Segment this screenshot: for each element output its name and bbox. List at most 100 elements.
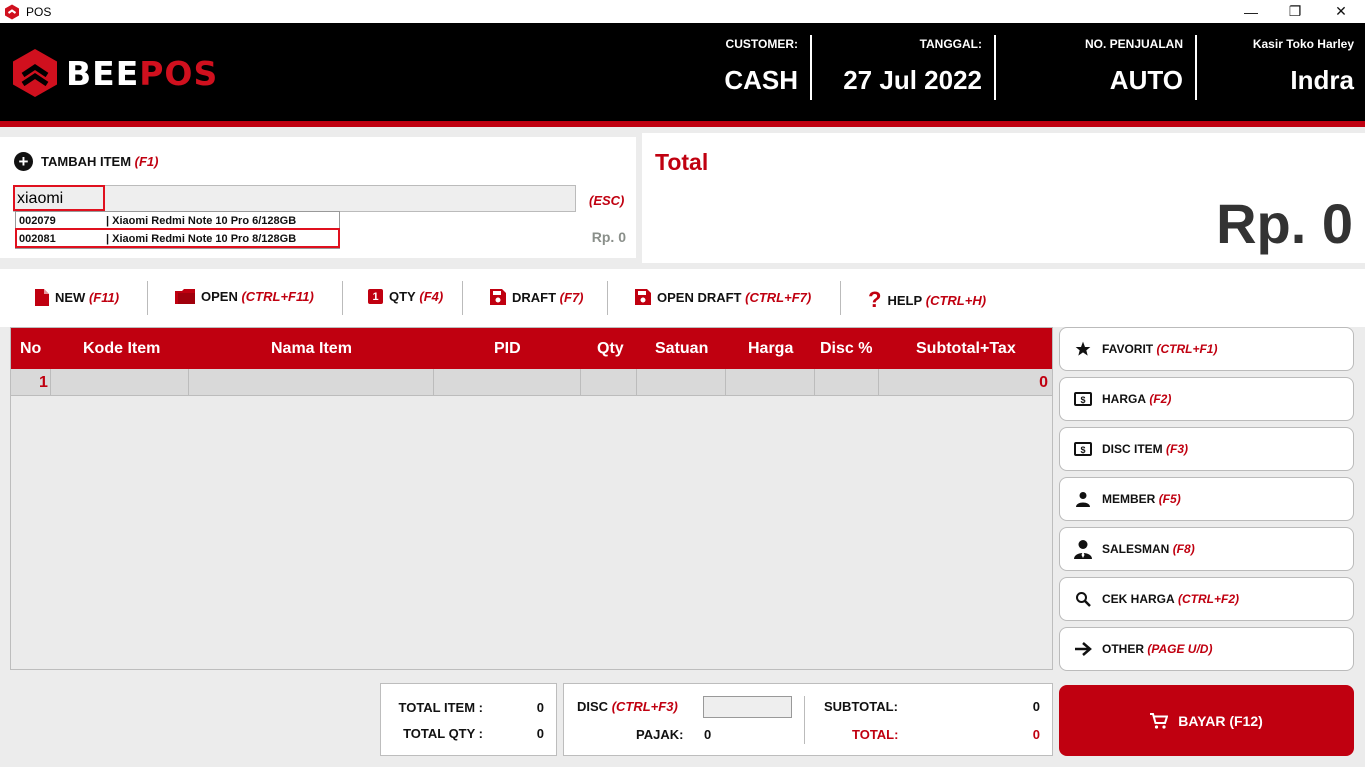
- total-panel: Total Rp. 0: [642, 133, 1365, 263]
- folder-icon: [175, 289, 195, 304]
- total-amount: Rp. 0: [1216, 192, 1353, 255]
- table-row[interactable]: 1 0: [11, 369, 1052, 396]
- other-button[interactable]: OTHER (PAGE U/D): [1059, 627, 1354, 671]
- table-header: No Kode Item Nama Item PID Qty Satuan Ha…: [11, 328, 1052, 369]
- save-icon: [490, 289, 506, 305]
- search-icon: [1073, 589, 1093, 609]
- header-divider: [994, 35, 996, 100]
- member-button[interactable]: MEMBER (F5): [1059, 477, 1354, 521]
- row-number: 1: [39, 374, 48, 391]
- customer-value: CASH: [724, 65, 798, 95]
- subtotal-value: 0: [1032, 699, 1040, 714]
- total-item-value: 0: [536, 700, 544, 715]
- column-header-satuan[interactable]: Satuan: [655, 340, 708, 358]
- person-icon: [1073, 489, 1093, 509]
- file-icon: [35, 289, 49, 306]
- money-icon: $: [1073, 389, 1093, 409]
- arrow-right-icon: [1073, 639, 1093, 659]
- harga-button[interactable]: $ HARGA (F2): [1059, 377, 1354, 421]
- app-header: BEEPOS CUSTOMER: CASH TANGGAL: 27 Jul 20…: [0, 23, 1365, 121]
- disc-input[interactable]: [703, 696, 792, 718]
- add-item-panel: + TAMBAH ITEM (F1) xiaomi (ESC) 002079 | …: [0, 137, 636, 258]
- date-block: TANGGAL: 27 Jul 2022: [843, 37, 982, 96]
- sales-number-value: AUTO: [1109, 65, 1183, 95]
- column-header-disc[interactable]: Disc %: [820, 340, 872, 358]
- logo-text: BEEPOS: [66, 53, 219, 93]
- logo: BEEPOS: [12, 48, 218, 98]
- cell-harga[interactable]: [725, 369, 814, 396]
- total-title: Total: [655, 149, 709, 175]
- suggestion-highlight: [15, 228, 340, 248]
- toolbar-divider: [462, 281, 463, 315]
- bayar-button[interactable]: BAYAR (F12): [1059, 685, 1354, 756]
- disc-item-button[interactable]: $ DISC ITEM (F3): [1059, 427, 1354, 471]
- minimize-button[interactable]: —: [1228, 0, 1274, 23]
- column-header-subtotal[interactable]: Subtotal+Tax: [916, 340, 1016, 358]
- customer-block[interactable]: CUSTOMER: CASH: [724, 37, 798, 96]
- column-header-pid[interactable]: PID: [494, 340, 521, 358]
- help-button[interactable]: ? HELP (CTRL+H): [868, 289, 986, 311]
- toolbar-divider: [147, 281, 148, 315]
- cell-pid[interactable]: [433, 369, 580, 396]
- window-title: POS: [26, 4, 52, 19]
- item-price-preview: Rp. 0: [591, 229, 626, 245]
- open-button[interactable]: OPEN (CTRL+F11): [175, 289, 314, 304]
- cashier-value: Indra: [1290, 65, 1354, 95]
- column-header-no[interactable]: No: [20, 340, 41, 358]
- column-header-qty[interactable]: Qty: [597, 340, 624, 358]
- cell-qty[interactable]: [580, 369, 636, 396]
- bayar-label: BAYAR (F12): [1178, 712, 1263, 729]
- cell-disc[interactable]: [814, 369, 878, 396]
- toolbar-divider: [607, 281, 608, 315]
- cashier-label: Kasir Toko Harley: [1252, 37, 1354, 51]
- svg-text:$: $: [1080, 395, 1085, 405]
- cell-nama-item[interactable]: [188, 369, 433, 396]
- new-button[interactable]: NEW (F11): [35, 289, 119, 306]
- svg-text:$: $: [1080, 445, 1085, 455]
- action-toolbar: NEW (F11) OPEN (CTRL+F11) 1 QTY (F4) DRA…: [0, 269, 1365, 327]
- window-titlebar: POS — ❐ ✕: [0, 0, 1365, 23]
- sales-number-block: NO. PENJUALAN AUTO: [1085, 37, 1183, 96]
- header-accent-line: [0, 121, 1365, 127]
- total-value: 0: [1032, 727, 1040, 742]
- cart-icon: [1150, 712, 1169, 729]
- disc-label: DISC (CTRL+F3): [577, 699, 678, 714]
- cell-satuan[interactable]: [636, 369, 725, 396]
- header-divider: [1195, 35, 1197, 100]
- pajak-label: PAJAK:: [636, 727, 684, 742]
- cek-harga-button[interactable]: CEK HARGA (CTRL+F2): [1059, 577, 1354, 621]
- save-icon: [635, 289, 651, 305]
- column-header-nama-item[interactable]: Nama Item: [271, 340, 352, 358]
- app-icon: [5, 4, 19, 19]
- total-qty-label: TOTAL QTY :: [403, 726, 483, 741]
- column-header-kode-item[interactable]: Kode Item: [83, 340, 160, 358]
- customer-label: CUSTOMER:: [725, 37, 798, 51]
- column-header-harga[interactable]: Harga: [748, 340, 793, 358]
- add-item-title: + TAMBAH ITEM (F1): [14, 152, 159, 171]
- item-table[interactable]: No Kode Item Nama Item PID Qty Satuan Ha…: [10, 327, 1053, 670]
- total-label: TOTAL:: [852, 727, 899, 742]
- date-label: TANGGAL:: [919, 37, 982, 51]
- pajak-value: 0: [704, 727, 712, 742]
- cell-kode-item[interactable]: [50, 369, 188, 396]
- esc-shortcut-label: (ESC): [589, 193, 625, 208]
- maximize-button[interactable]: ❐: [1272, 0, 1318, 23]
- row-subtotal: 0: [1039, 374, 1048, 391]
- toolbar-divider: [840, 281, 841, 315]
- cell-subtotal: [878, 369, 1052, 396]
- open-draft-button[interactable]: OPEN DRAFT (CTRL+F7): [635, 289, 811, 305]
- draft-button[interactable]: DRAFT (F7): [490, 289, 584, 305]
- toolbar-divider: [342, 281, 343, 315]
- qty-button[interactable]: 1 QTY (F4): [368, 289, 443, 304]
- sales-number-label: NO. PENJUALAN: [1084, 37, 1183, 51]
- close-button[interactable]: ✕: [1318, 0, 1364, 23]
- subtotal-label: SUBTOTAL:: [824, 699, 898, 714]
- star-icon: [1073, 339, 1093, 359]
- totals-summary-panel: DISC (CTRL+F3) PAJAK: 0 SUBTOTAL: 0 TOTA…: [563, 683, 1053, 756]
- total-qty-value: 0: [536, 726, 544, 741]
- salesman-button[interactable]: SALESMAN (F8): [1059, 527, 1354, 571]
- summary-divider: [804, 696, 805, 744]
- money-icon: $: [1073, 439, 1093, 459]
- favorit-button[interactable]: FAVORIT (CTRL+F1): [1059, 327, 1354, 371]
- cashier-block: Kasir Toko Harley Indra: [1253, 37, 1354, 96]
